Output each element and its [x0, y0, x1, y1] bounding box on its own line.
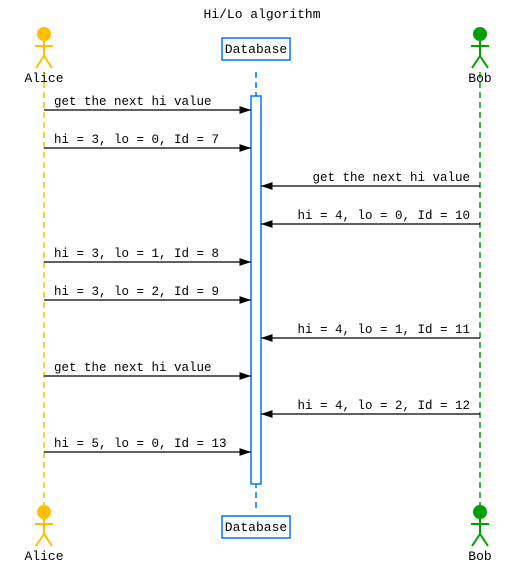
diagram-title: Hi/Lo algorithm — [203, 7, 320, 22]
sequence-diagram: Hi/Lo algorithm Alice Database Bob get t… — [0, 0, 525, 574]
message-label: get the next hi value — [54, 95, 212, 109]
message-label: hi = 3, lo = 2, Id = 9 — [54, 285, 219, 299]
person-icon — [471, 27, 489, 68]
message-label: hi = 5, lo = 0, Id = 13 — [54, 437, 227, 451]
actor-alice-label-top: Alice — [24, 71, 63, 86]
actor-alice-top: Alice — [24, 27, 63, 86]
message-label: hi = 4, lo = 0, Id = 10 — [297, 209, 470, 223]
actor-bob-bottom: Bob — [468, 505, 491, 564]
database-activation — [251, 96, 261, 484]
actor-database-label-bottom: Database — [225, 520, 287, 535]
actor-bob-label-top: Bob — [468, 71, 491, 86]
message-label: hi = 4, lo = 1, Id = 11 — [297, 323, 470, 337]
actor-bob-top: Bob — [468, 27, 491, 86]
person-icon — [471, 505, 489, 546]
message-label: hi = 3, lo = 1, Id = 8 — [54, 247, 219, 261]
messages-group: get the next hi value hi = 3, lo = 0, Id … — [44, 95, 480, 452]
actor-alice-bottom: Alice — [24, 505, 63, 564]
actor-database-top: Database — [222, 38, 290, 60]
actor-database-bottom: Database — [222, 516, 290, 538]
actor-bob-label-bottom: Bob — [468, 549, 491, 564]
actor-database-label-top: Database — [225, 42, 287, 57]
actor-alice-label-bottom: Alice — [24, 549, 63, 564]
person-icon — [35, 505, 53, 546]
message-label: hi = 3, lo = 0, Id = 7 — [54, 133, 219, 147]
message-label: get the next hi value — [54, 361, 212, 375]
person-icon — [35, 27, 53, 68]
message-label: get the next hi value — [312, 171, 470, 185]
message-label: hi = 4, lo = 2, Id = 12 — [297, 399, 470, 413]
